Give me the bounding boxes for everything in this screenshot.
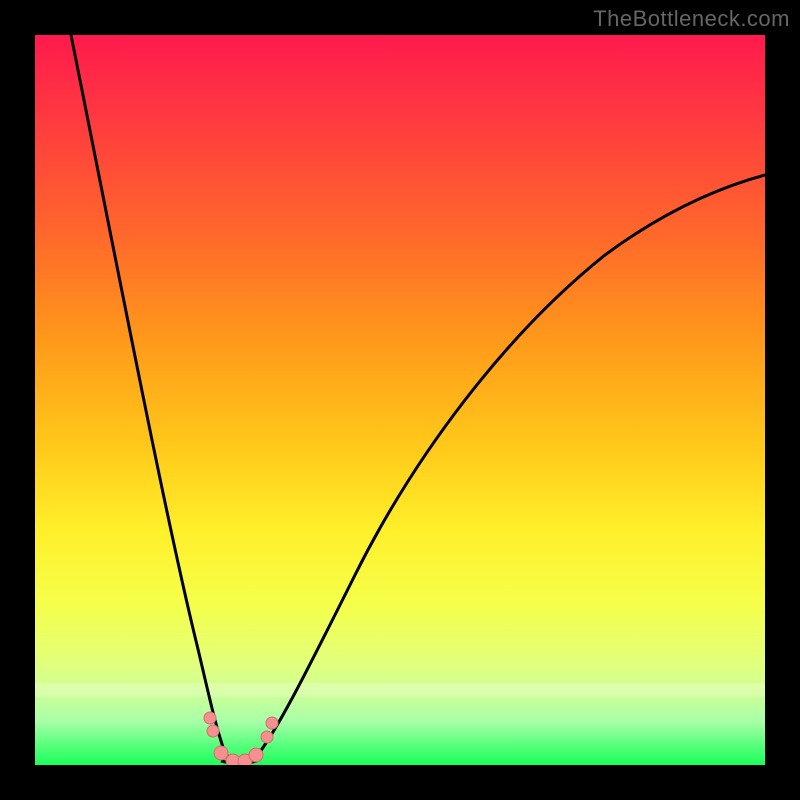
chart-frame: TheBottleneck.com: [0, 0, 800, 800]
plot-area: [35, 35, 765, 765]
marker-dot: [214, 746, 228, 760]
curve-layer: [35, 35, 765, 765]
marker-group: [204, 712, 278, 765]
marker-dot: [207, 725, 219, 737]
marker-dot: [266, 717, 278, 729]
marker-dot: [204, 712, 216, 724]
marker-dot: [261, 731, 273, 743]
bottleneck-curve-left: [71, 35, 233, 762]
watermark-text: TheBottleneck.com: [593, 6, 790, 32]
marker-dot: [249, 748, 263, 762]
bottleneck-curve-right: [253, 175, 765, 761]
